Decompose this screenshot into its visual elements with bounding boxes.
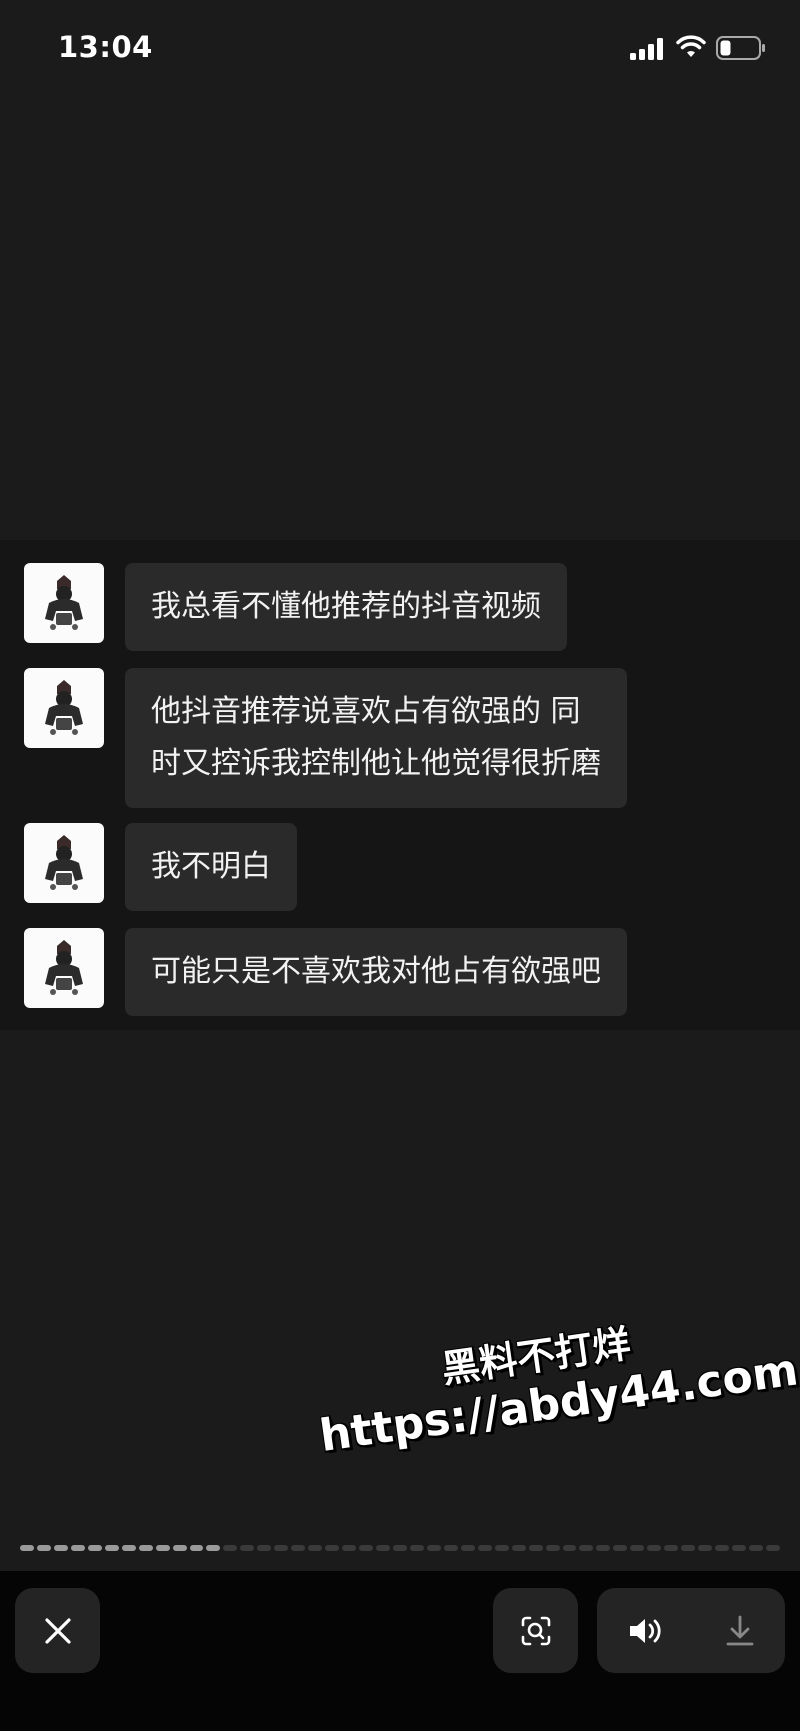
message-bubble[interactable]: 我不明白 bbox=[125, 823, 297, 911]
message-row: 我总看不懂他推荐的抖音视频 bbox=[24, 563, 567, 651]
avatar-figure-icon bbox=[45, 835, 83, 890]
progress-segment bbox=[715, 1545, 730, 1551]
progress-segment bbox=[681, 1545, 696, 1551]
avatar[interactable] bbox=[24, 823, 104, 903]
close-button[interactable] bbox=[15, 1588, 100, 1673]
scan-button[interactable] bbox=[493, 1588, 578, 1673]
wifi-icon bbox=[676, 35, 706, 57]
signal-icon bbox=[630, 38, 663, 60]
progress-segment bbox=[647, 1545, 662, 1551]
progress-segment bbox=[342, 1545, 357, 1551]
progress-segment bbox=[206, 1545, 221, 1551]
progress-segment bbox=[443, 1545, 458, 1551]
progress-segment bbox=[121, 1545, 136, 1551]
progress-segment bbox=[376, 1545, 390, 1551]
media-controls bbox=[597, 1588, 785, 1673]
download-button[interactable] bbox=[724, 1614, 756, 1648]
progress-segment bbox=[20, 1545, 34, 1551]
progress-segment bbox=[240, 1545, 255, 1551]
progress-segment bbox=[579, 1545, 594, 1551]
close-icon bbox=[44, 1617, 71, 1644]
volume-button[interactable] bbox=[627, 1616, 665, 1646]
download-icon bbox=[726, 1615, 753, 1645]
status-time: 13:04 bbox=[58, 30, 153, 64]
battery-icon bbox=[716, 36, 765, 60]
progress-segment bbox=[748, 1545, 763, 1551]
avatar[interactable] bbox=[24, 668, 104, 748]
progress-segment bbox=[732, 1545, 746, 1551]
volume-icon bbox=[629, 1618, 661, 1643]
progress-segment bbox=[630, 1545, 645, 1551]
progress-segment bbox=[613, 1545, 628, 1551]
message-row: 他抖音推荐说喜欢占有欲强的 同 时又控诉我控制他让他觉得很折磨 bbox=[24, 668, 627, 808]
progress-segment bbox=[460, 1545, 475, 1551]
progress-segment bbox=[223, 1545, 238, 1551]
bottom-toolbar bbox=[0, 1571, 800, 1731]
progress-segment bbox=[308, 1545, 323, 1551]
scan-icon bbox=[521, 1616, 550, 1645]
progress-segment bbox=[87, 1545, 102, 1551]
story-progress bbox=[20, 1545, 780, 1553]
progress-segment bbox=[596, 1545, 611, 1551]
progress-segment bbox=[392, 1545, 407, 1551]
progress-segment bbox=[104, 1545, 119, 1551]
progress-segment bbox=[53, 1545, 68, 1551]
progress-segment bbox=[274, 1545, 289, 1551]
progress-segment bbox=[494, 1545, 509, 1551]
progress-segment bbox=[138, 1545, 153, 1551]
progress-segment bbox=[409, 1545, 424, 1551]
progress-segment bbox=[359, 1545, 374, 1551]
progress-segment bbox=[545, 1545, 560, 1551]
message-bubble[interactable]: 可能只是不喜欢我对他占有欲强吧 bbox=[125, 928, 627, 1016]
progress-segment bbox=[562, 1545, 577, 1551]
status-bar: 13:04 bbox=[0, 0, 800, 100]
avatar[interactable] bbox=[24, 563, 104, 643]
avatar-figure-icon bbox=[45, 680, 83, 735]
progress-segment bbox=[664, 1545, 679, 1551]
progress-segment bbox=[511, 1545, 526, 1551]
progress-segment bbox=[426, 1545, 441, 1551]
progress-segment bbox=[477, 1545, 492, 1551]
progress-segment bbox=[257, 1545, 272, 1551]
message-row: 我不明白 bbox=[24, 823, 297, 911]
message-bubble[interactable]: 他抖音推荐说喜欢占有欲强的 同 时又控诉我控制他让他觉得很折磨 bbox=[125, 668, 627, 808]
progress-segment bbox=[36, 1545, 51, 1551]
avatar-figure-icon bbox=[45, 575, 83, 630]
message-row: 可能只是不喜欢我对他占有欲强吧 bbox=[24, 928, 627, 1016]
progress-segment bbox=[291, 1545, 306, 1551]
progress-segment bbox=[189, 1545, 204, 1551]
chat-panel: 我总看不懂他推荐的抖音视频 他抖音推荐说喜欢占有欲强的 同 时又控诉我控制他让他… bbox=[0, 540, 800, 1030]
progress-segment bbox=[698, 1545, 713, 1551]
avatar[interactable] bbox=[24, 928, 104, 1008]
progress-segment bbox=[528, 1545, 543, 1551]
progress-segment bbox=[70, 1545, 85, 1551]
progress-segment bbox=[172, 1545, 187, 1551]
message-bubble[interactable]: 我总看不懂他推荐的抖音视频 bbox=[125, 563, 567, 651]
watermark: 黑料不打烊 https://abdy44.com bbox=[310, 1302, 800, 1464]
progress-segment bbox=[765, 1545, 780, 1551]
progress-segment bbox=[325, 1545, 340, 1551]
progress-segment bbox=[155, 1545, 170, 1551]
avatar-figure-icon bbox=[45, 940, 83, 995]
